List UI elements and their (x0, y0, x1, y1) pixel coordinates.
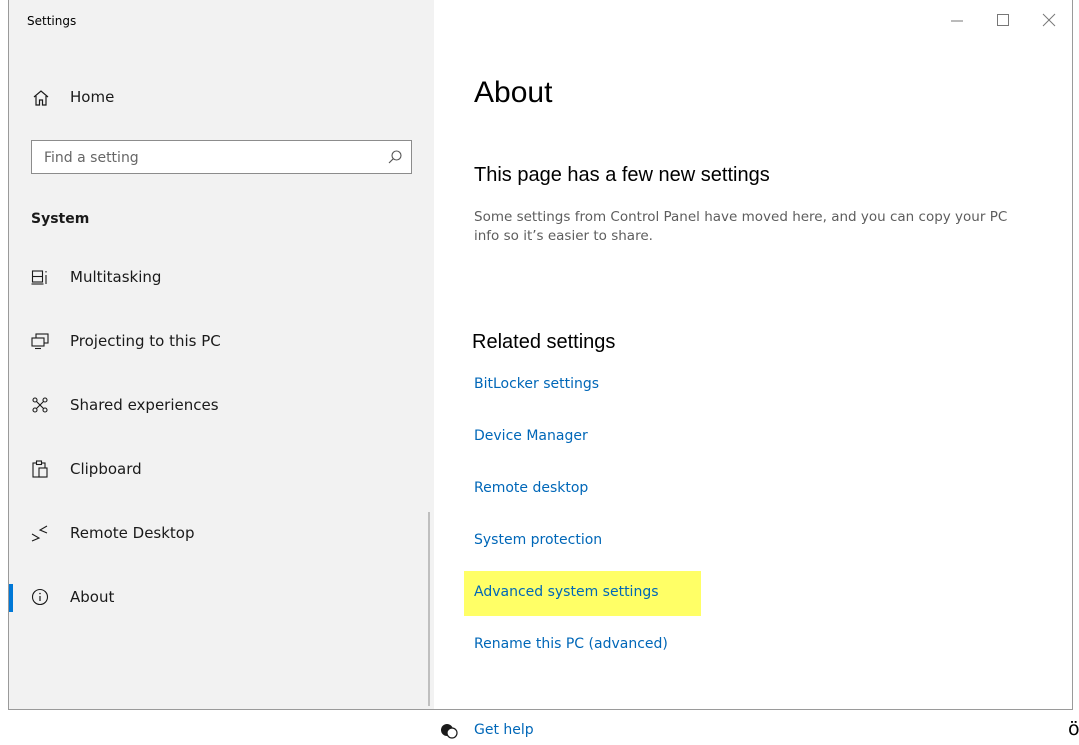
page-title: About (474, 76, 553, 109)
app-title: Settings (27, 14, 77, 28)
sidebar-item-multitasking[interactable]: Multitasking (9, 254, 434, 302)
settings-window: Settings Home System (8, 0, 1073, 710)
sidebar-item-label: Clipboard (70, 460, 142, 478)
sidebar-item-label: Multitasking (70, 268, 162, 286)
shared-experiences-icon (31, 396, 49, 414)
maximize-button[interactable] (980, 0, 1026, 40)
get-help-link[interactable]: Get help (474, 722, 534, 738)
system-protection-link[interactable]: System protection (474, 532, 602, 548)
related-settings-title: Related settings (472, 331, 616, 353)
rename-pc-link[interactable]: Rename this PC (advanced) (474, 636, 668, 652)
advanced-system-settings-link[interactable]: Advanced system settings (474, 584, 659, 600)
minimize-button[interactable] (934, 0, 980, 40)
close-icon (1042, 13, 1056, 27)
close-button[interactable] (1026, 0, 1072, 40)
caption-buttons (934, 0, 1072, 40)
sidebar-item-remote-desktop[interactable]: Remote Desktop (9, 510, 434, 558)
clipboard-icon (31, 460, 49, 478)
search-box[interactable] (31, 140, 412, 174)
main-content: About This page has a few new settings S… (434, 0, 1072, 709)
remote-desktop-link[interactable]: Remote desktop (474, 480, 588, 496)
notice-body: Some settings from Control Panel have mo… (474, 209, 1008, 244)
device-manager-link[interactable]: Device Manager (474, 428, 588, 444)
sidebar-item-clipboard[interactable]: Clipboard (9, 446, 434, 494)
maximize-icon (997, 14, 1009, 26)
sidebar-item-home[interactable]: Home (9, 78, 434, 118)
search-icon[interactable] (387, 149, 403, 165)
sidebar-item-label: Remote Desktop (70, 524, 195, 542)
sidebar-scrollbar[interactable] (428, 512, 430, 706)
sidebar-item-label: Home (70, 88, 115, 106)
sidebar-item-label: Shared experiences (70, 396, 219, 414)
multitasking-icon (31, 268, 49, 286)
minimize-icon (951, 20, 963, 22)
home-icon (31, 88, 51, 108)
projecting-icon (31, 332, 49, 350)
selection-indicator (9, 584, 13, 612)
sidebar-item-label: Projecting to this PC (70, 332, 221, 350)
sidebar-item-projecting[interactable]: Projecting to this PC (9, 318, 434, 366)
search-input[interactable] (42, 147, 366, 169)
info-icon (31, 588, 49, 606)
get-help-icon[interactable] (440, 722, 458, 740)
bitlocker-settings-link[interactable]: BitLocker settings (474, 376, 599, 392)
section-title: System (31, 211, 90, 227)
sidebar: Settings Home System (9, 0, 434, 709)
stray-character: ö (1068, 718, 1079, 740)
sidebar-item-about[interactable]: About (9, 574, 434, 622)
sidebar-item-label: About (70, 588, 115, 606)
sidebar-item-shared-experiences[interactable]: Shared experiences (9, 382, 434, 430)
notice-title: This page has a few new settings (474, 164, 770, 186)
remote-desktop-icon (31, 524, 49, 542)
